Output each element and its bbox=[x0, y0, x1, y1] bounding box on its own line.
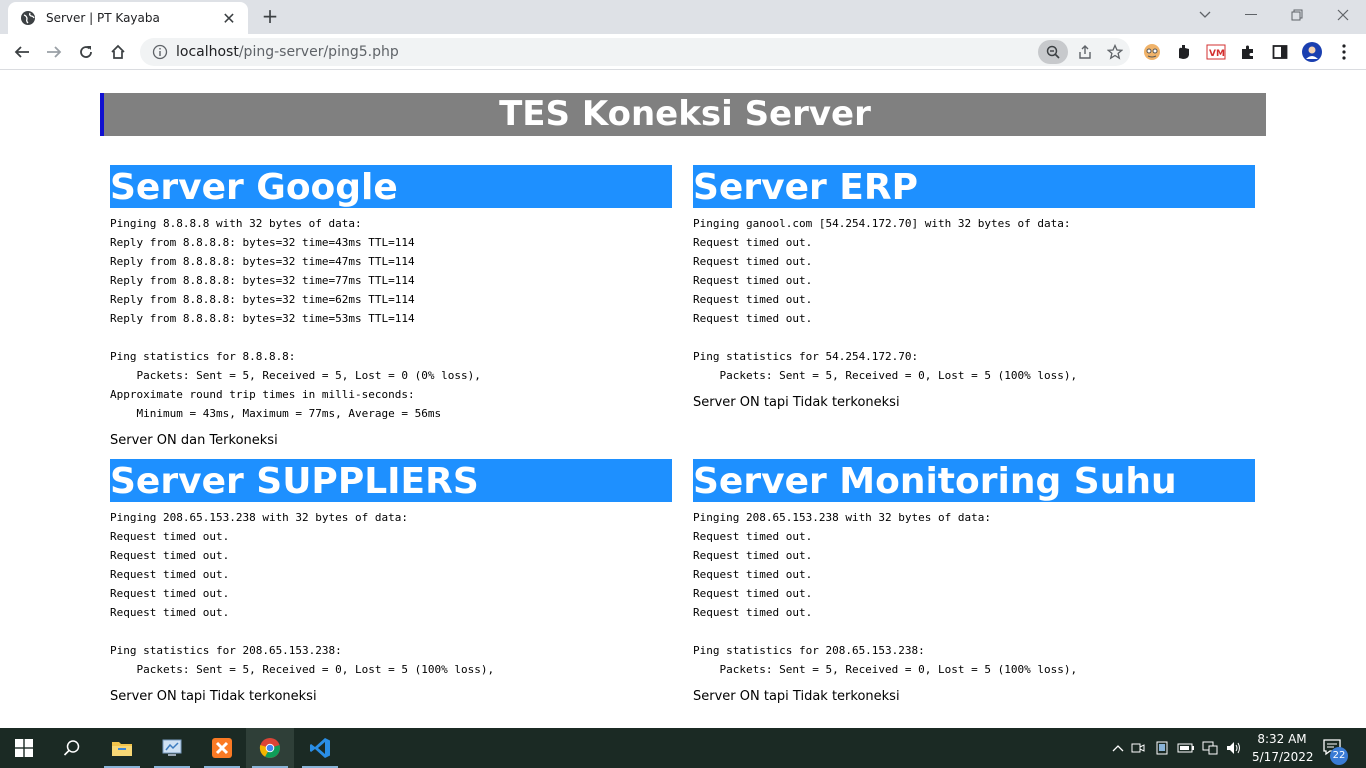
globe-icon bbox=[20, 10, 36, 26]
bookmark-star-icon[interactable] bbox=[1100, 40, 1130, 64]
url-host: localhost bbox=[176, 44, 239, 60]
chrome-icon[interactable] bbox=[246, 728, 294, 768]
battery-icon[interactable] bbox=[1174, 743, 1198, 753]
page-content: TES Koneksi Server Server Google Pinging… bbox=[0, 71, 1366, 728]
server-heading: Server Monitoring Suhu bbox=[693, 459, 1255, 502]
meet-now-icon[interactable] bbox=[1126, 741, 1150, 755]
server-heading: Server ERP bbox=[693, 165, 1255, 208]
control-panel-icon[interactable] bbox=[148, 728, 196, 768]
svg-text:VM: VM bbox=[1209, 49, 1225, 59]
system-clock[interactable]: 8:32 AM 5/17/2022 bbox=[1252, 730, 1314, 766]
close-tab-icon[interactable]: ✕ bbox=[220, 9, 238, 28]
tray-chevron-up-icon[interactable] bbox=[1110, 744, 1126, 752]
server-heading: Server Google bbox=[110, 165, 672, 208]
network-icon[interactable] bbox=[1198, 741, 1222, 755]
restore-button[interactable] bbox=[1274, 0, 1320, 30]
close-window-button[interactable] bbox=[1320, 0, 1366, 30]
menu-kebab-icon[interactable] bbox=[1334, 42, 1354, 62]
browser-tab[interactable]: Server | PT Kayaba ✕ bbox=[8, 2, 248, 34]
xampp-icon[interactable] bbox=[198, 728, 246, 768]
server-card-google: Server Google Pinging 8.8.8.8 with 32 by… bbox=[110, 165, 672, 448]
address-bar[interactable]: localhost/ping-server/ping5.php bbox=[140, 38, 1130, 66]
server-status: Server ON dan Terkoneksi bbox=[110, 433, 278, 448]
extension-face-icon[interactable] bbox=[1142, 42, 1162, 62]
minimize-button[interactable] bbox=[1228, 0, 1274, 30]
clock-date: 5/17/2022 bbox=[1252, 750, 1314, 764]
extension-vm-icon[interactable]: VM bbox=[1206, 42, 1226, 62]
page-title: TES Koneksi Server bbox=[100, 93, 1266, 136]
tab-search-chevron-down-icon[interactable] bbox=[1182, 0, 1228, 30]
tablet-icon[interactable] bbox=[1150, 741, 1174, 755]
server-status: Server ON tapi Tidak terkoneksi bbox=[110, 689, 317, 704]
url-text[interactable]: localhost/ping-server/ping5.php bbox=[176, 44, 1038, 60]
extensions-puzzle-icon[interactable] bbox=[1238, 42, 1258, 62]
url-path: /ping-server/ping5.php bbox=[238, 44, 399, 60]
info-icon[interactable] bbox=[152, 44, 168, 60]
share-icon[interactable] bbox=[1070, 40, 1100, 64]
extension-hand-icon[interactable] bbox=[1174, 42, 1194, 62]
server-heading: Server SUPPLIERS bbox=[110, 459, 672, 502]
ping-output: Pinging 208.65.153.238 with 32 bytes of … bbox=[110, 511, 495, 676]
tab-title: Server | PT Kayaba bbox=[46, 11, 160, 25]
side-panel-icon[interactable] bbox=[1270, 42, 1290, 62]
forward-button[interactable] bbox=[40, 38, 68, 66]
reload-button[interactable] bbox=[72, 38, 100, 66]
volume-icon[interactable] bbox=[1222, 741, 1246, 755]
taskbar: 8:32 AM 5/17/2022 bbox=[0, 728, 1366, 768]
server-status: Server ON tapi Tidak terkoneksi bbox=[693, 395, 900, 410]
zoom-icon[interactable] bbox=[1038, 40, 1068, 64]
back-button[interactable] bbox=[8, 38, 36, 66]
ping-output: Pinging ganool.com [54.254.172.70] with … bbox=[693, 217, 1078, 382]
file-explorer-icon[interactable] bbox=[98, 728, 146, 768]
home-button[interactable] bbox=[104, 38, 132, 66]
new-tab-button[interactable]: + bbox=[258, 5, 282, 29]
ping-output: Pinging 208.65.153.238 with 32 bytes of … bbox=[693, 511, 1078, 676]
browser-toolbar: localhost/ping-server/ping5.php VM bbox=[0, 34, 1366, 70]
server-card-erp: Server ERP Pinging ganool.com [54.254.17… bbox=[693, 165, 1255, 410]
ping-output: Pinging 8.8.8.8 with 32 bytes of data: R… bbox=[110, 217, 481, 420]
server-card-monitoring-suhu: Server Monitoring Suhu Pinging 208.65.15… bbox=[693, 459, 1255, 704]
server-status: Server ON tapi Tidak terkoneksi bbox=[693, 689, 900, 704]
notification-badge: 22 bbox=[1330, 747, 1348, 765]
server-card-suppliers: Server SUPPLIERS Pinging 208.65.153.238 … bbox=[110, 459, 672, 704]
windows-start-icon[interactable] bbox=[0, 728, 48, 768]
profile-avatar[interactable] bbox=[1302, 42, 1322, 62]
search-icon[interactable] bbox=[48, 728, 96, 768]
clock-time: 8:32 AM bbox=[1257, 732, 1307, 746]
vscode-icon[interactable] bbox=[296, 728, 344, 768]
tab-strip: Server | PT Kayaba ✕ + bbox=[0, 0, 1366, 34]
